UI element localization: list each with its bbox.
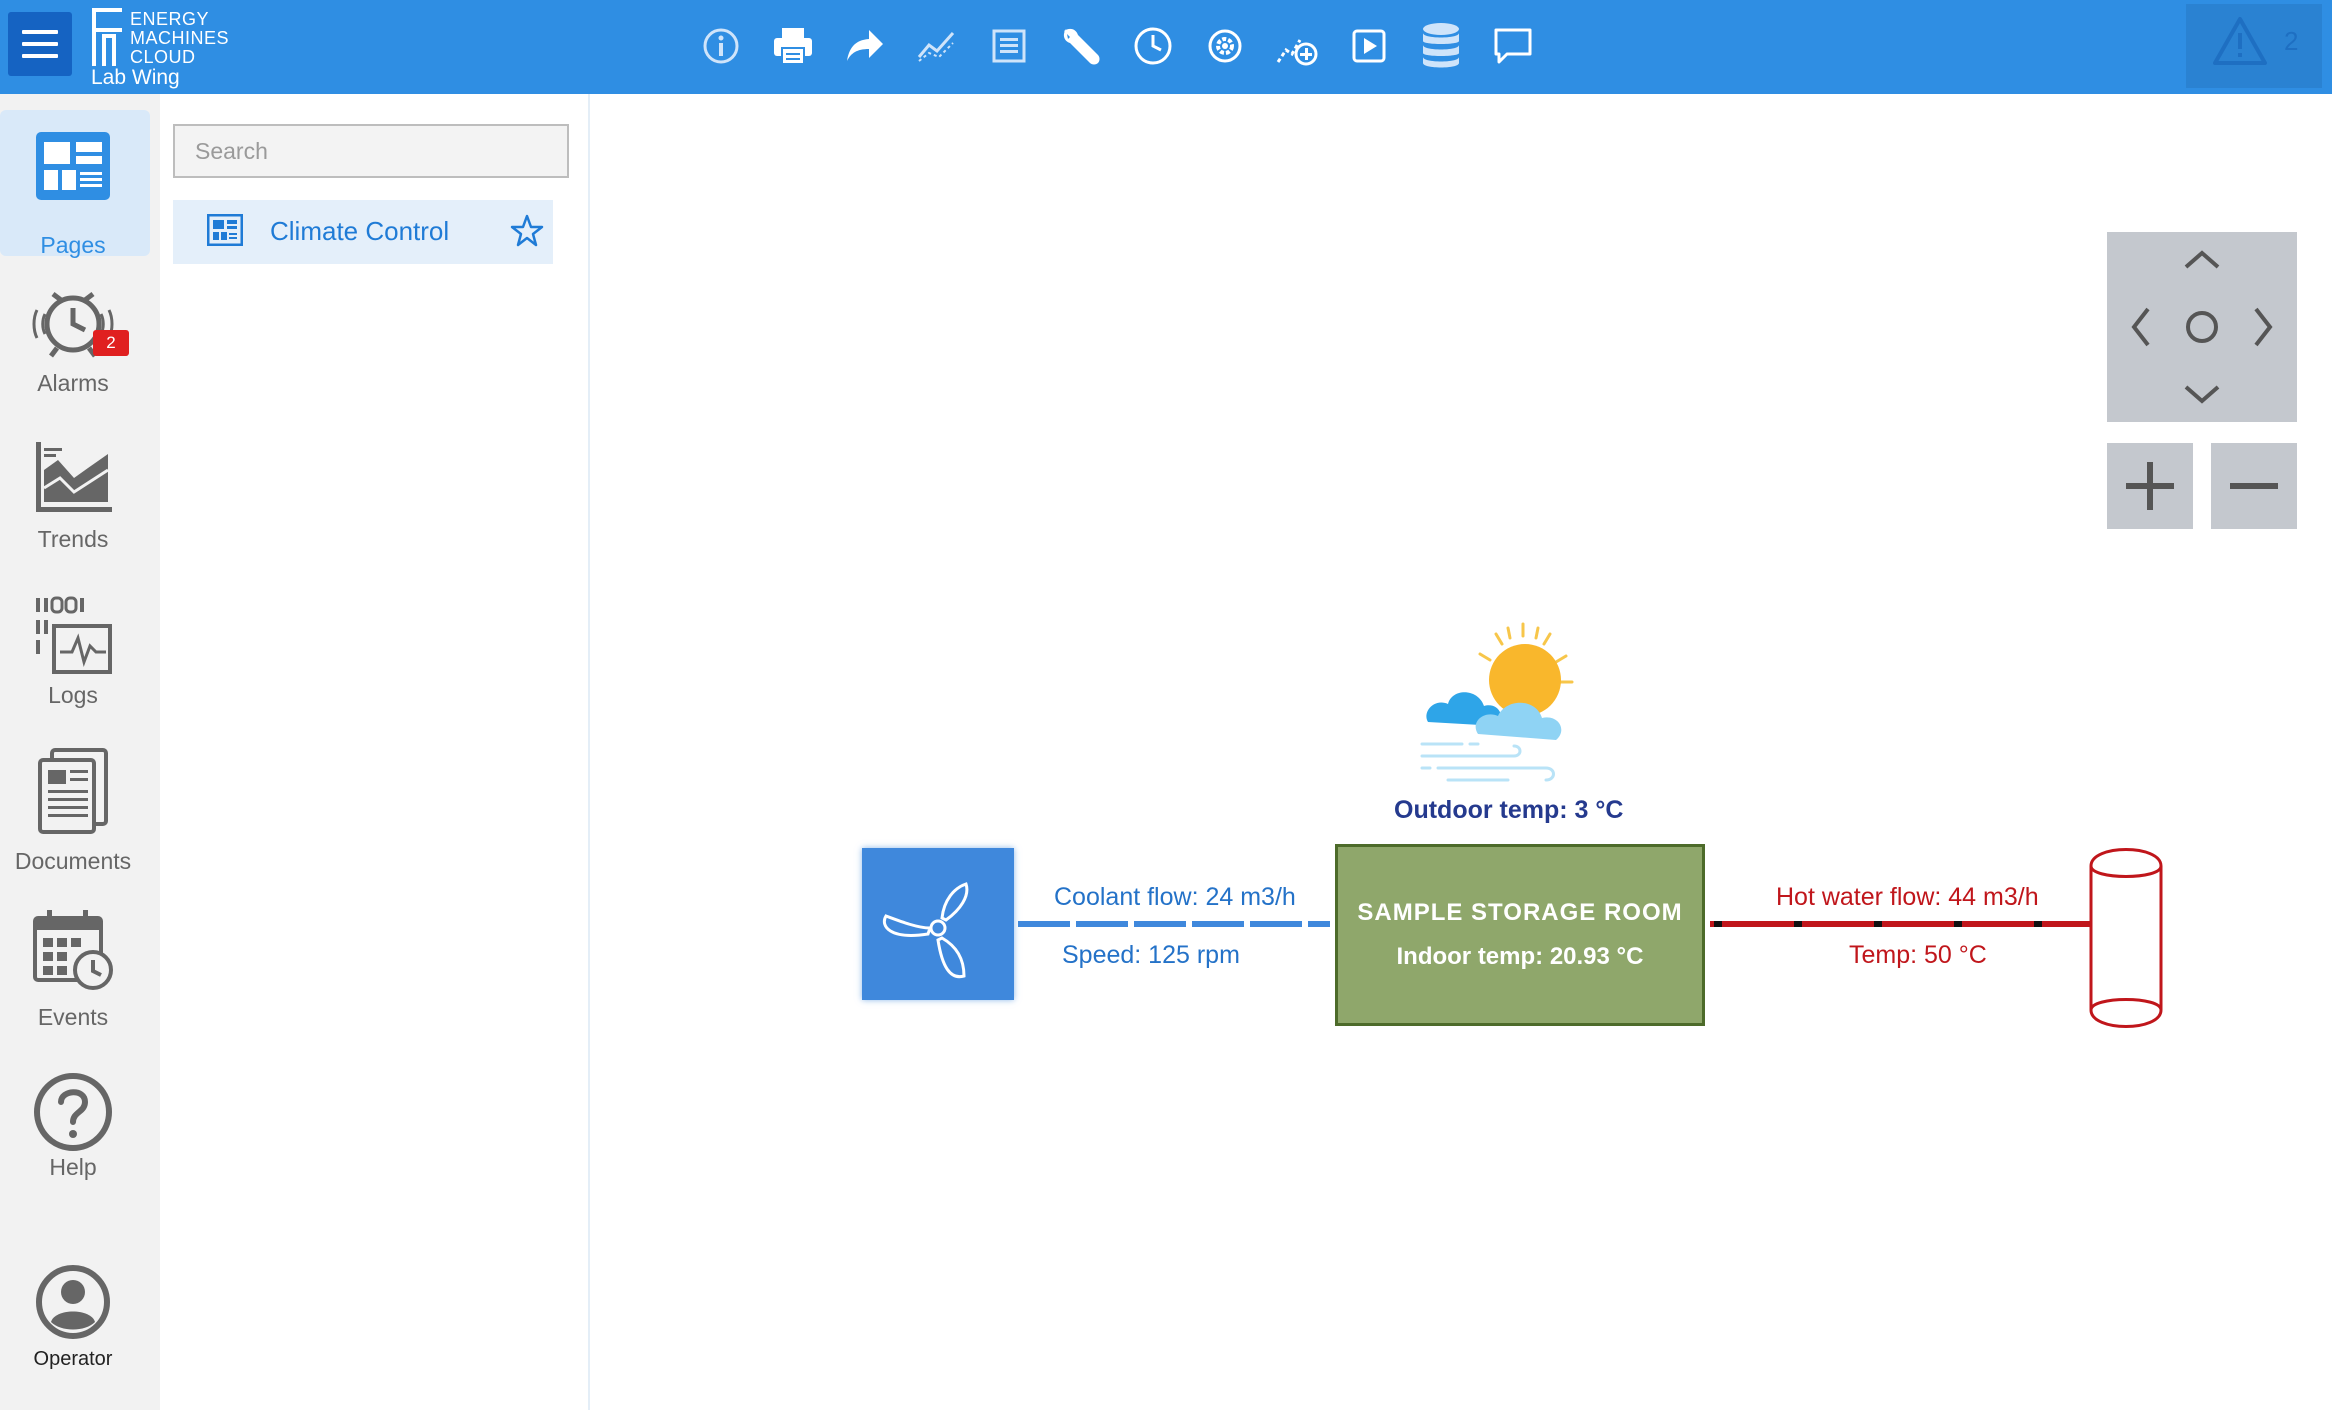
trend-button[interactable] <box>913 20 961 72</box>
comment-button[interactable] <box>1489 20 1537 72</box>
storage-room-block[interactable]: SAMPLE STORAGE ROOM Indoor temp: 20.93 °… <box>1335 844 1705 1026</box>
clock-icon <box>1134 27 1172 65</box>
document-icon <box>992 29 1026 63</box>
play-icon <box>1352 29 1386 63</box>
logs-icon <box>36 596 112 674</box>
active-alerts-button[interactable]: 2 <box>2186 4 2322 88</box>
hot-water-flow-label: Hot water flow: 44 m3/h <box>1776 883 2039 911</box>
logo-mark-icon <box>92 8 122 66</box>
nav-label-pages: Pages <box>40 232 106 258</box>
documents-icon <box>38 748 108 834</box>
zoom-out-button[interactable] <box>2211 443 2297 529</box>
logo-text-line1: ENERGY <box>130 9 210 29</box>
nav-label-trends: Trends <box>37 526 109 552</box>
nav-item-trends[interactable]: Trends <box>0 420 150 566</box>
favorite-star-icon[interactable] <box>510 214 544 248</box>
pan-down-button[interactable] <box>2179 380 2225 410</box>
logo-text-line3: CLOUD <box>130 47 196 67</box>
nav-item-operator[interactable]: Operator <box>0 1254 150 1400</box>
warning-icon <box>2213 17 2267 65</box>
coolant-flow-label: Coolant flow: 24 m3/h <box>1054 883 1296 911</box>
print-icon <box>774 28 812 65</box>
play-button[interactable] <box>1345 20 1393 72</box>
fan-speed-label: Speed: 125 rpm <box>1062 941 1240 969</box>
settings-icon <box>1208 29 1242 63</box>
page-item-label: Climate Control <box>270 216 450 246</box>
nav-item-logs[interactable]: Logs <box>0 576 150 722</box>
help-icon <box>34 1073 112 1151</box>
outdoor-temp-label: Outdoor temp: 3 °C <box>1394 796 1624 824</box>
nav-label-documents: Documents <box>14 848 132 874</box>
logo-text-line2: MACHINES <box>130 28 230 48</box>
chevron-down-icon <box>2184 385 2220 404</box>
pan-left-button[interactable] <box>2125 302 2155 352</box>
database-icon <box>1423 23 1459 68</box>
nav-label-logs: Logs <box>48 682 98 708</box>
reset-view-button[interactable] <box>2182 307 2222 347</box>
left-navigation: Pages 2 Alarms Trends Logs Documents Eve… <box>0 94 160 1410</box>
report-button[interactable] <box>985 20 1033 72</box>
minus-icon <box>2230 483 2278 489</box>
pan-right-button[interactable] <box>2249 302 2279 352</box>
share-icon <box>847 30 883 61</box>
add-trend-button[interactable] <box>1273 20 1321 72</box>
wrench-icon <box>1063 28 1100 65</box>
indoor-temp-label: Indoor temp: 20.93 °C <box>1396 943 1644 970</box>
pan-control <box>2107 232 2297 422</box>
pan-up-button[interactable] <box>2179 244 2225 274</box>
pages-panel: Climate Control <box>160 94 590 1410</box>
fan-icon <box>883 882 969 979</box>
maintenance-button[interactable] <box>1057 20 1105 72</box>
top-bar: ENERGY MACHINES CLOUD Lab Wing 2 <box>0 0 2332 94</box>
nav-item-pages[interactable]: Pages <box>0 110 150 258</box>
plus-icon <box>2126 462 2174 510</box>
coolant-pipe <box>1018 921 1330 927</box>
site-name: Lab Wing <box>91 66 180 89</box>
info-button[interactable] <box>697 20 745 72</box>
settings-button[interactable] <box>1201 20 1249 72</box>
toolbar <box>697 20 1537 74</box>
hot-water-pipe <box>1710 921 2090 927</box>
nav-label-help: Help <box>49 1154 97 1180</box>
nav-item-help[interactable]: Help <box>0 1050 150 1196</box>
chevron-right-icon <box>2254 307 2273 347</box>
hamburger-menu-button[interactable] <box>8 12 72 76</box>
fan-unit[interactable] <box>862 848 1014 1000</box>
alarms-badge: 2 <box>93 330 129 356</box>
weather-icon <box>1420 622 1574 782</box>
chevron-up-icon <box>2184 250 2220 269</box>
nav-label-operator: Operator <box>33 1348 113 1370</box>
page-item-climate-control[interactable]: Climate Control <box>173 200 553 264</box>
database-button[interactable] <box>1417 20 1465 72</box>
nav-label-events: Events <box>37 1004 109 1030</box>
nav-item-events[interactable]: Events <box>0 894 150 1040</box>
share-button[interactable] <box>841 20 889 72</box>
circle-icon <box>2186 311 2218 343</box>
history-button[interactable] <box>1129 20 1177 72</box>
trends-chart-icon <box>36 442 112 512</box>
page-icon <box>207 214 243 246</box>
user-icon <box>36 1265 110 1339</box>
app-logo: ENERGY MACHINES CLOUD Lab Wing <box>90 6 250 89</box>
trend-icon <box>917 32 955 62</box>
hot-water-temp-label: Temp: 50 °C <box>1849 941 1987 969</box>
comment-icon <box>1494 28 1532 64</box>
nav-label-alarms: Alarms <box>37 370 109 396</box>
pages-icon <box>36 132 110 200</box>
chevron-left-icon <box>2131 307 2150 347</box>
add-trend-icon <box>1276 39 1318 66</box>
print-button[interactable] <box>769 20 817 72</box>
search-input[interactable] <box>173 124 569 178</box>
zoom-in-button[interactable] <box>2107 443 2193 529</box>
nav-item-documents[interactable]: Documents <box>0 734 150 880</box>
room-title: SAMPLE STORAGE ROOM <box>1357 899 1683 926</box>
hot-water-tank-icon[interactable] <box>2088 846 2164 1030</box>
events-calendar-icon <box>33 910 113 990</box>
info-icon <box>703 28 739 64</box>
alert-count: 2 <box>2284 26 2299 56</box>
